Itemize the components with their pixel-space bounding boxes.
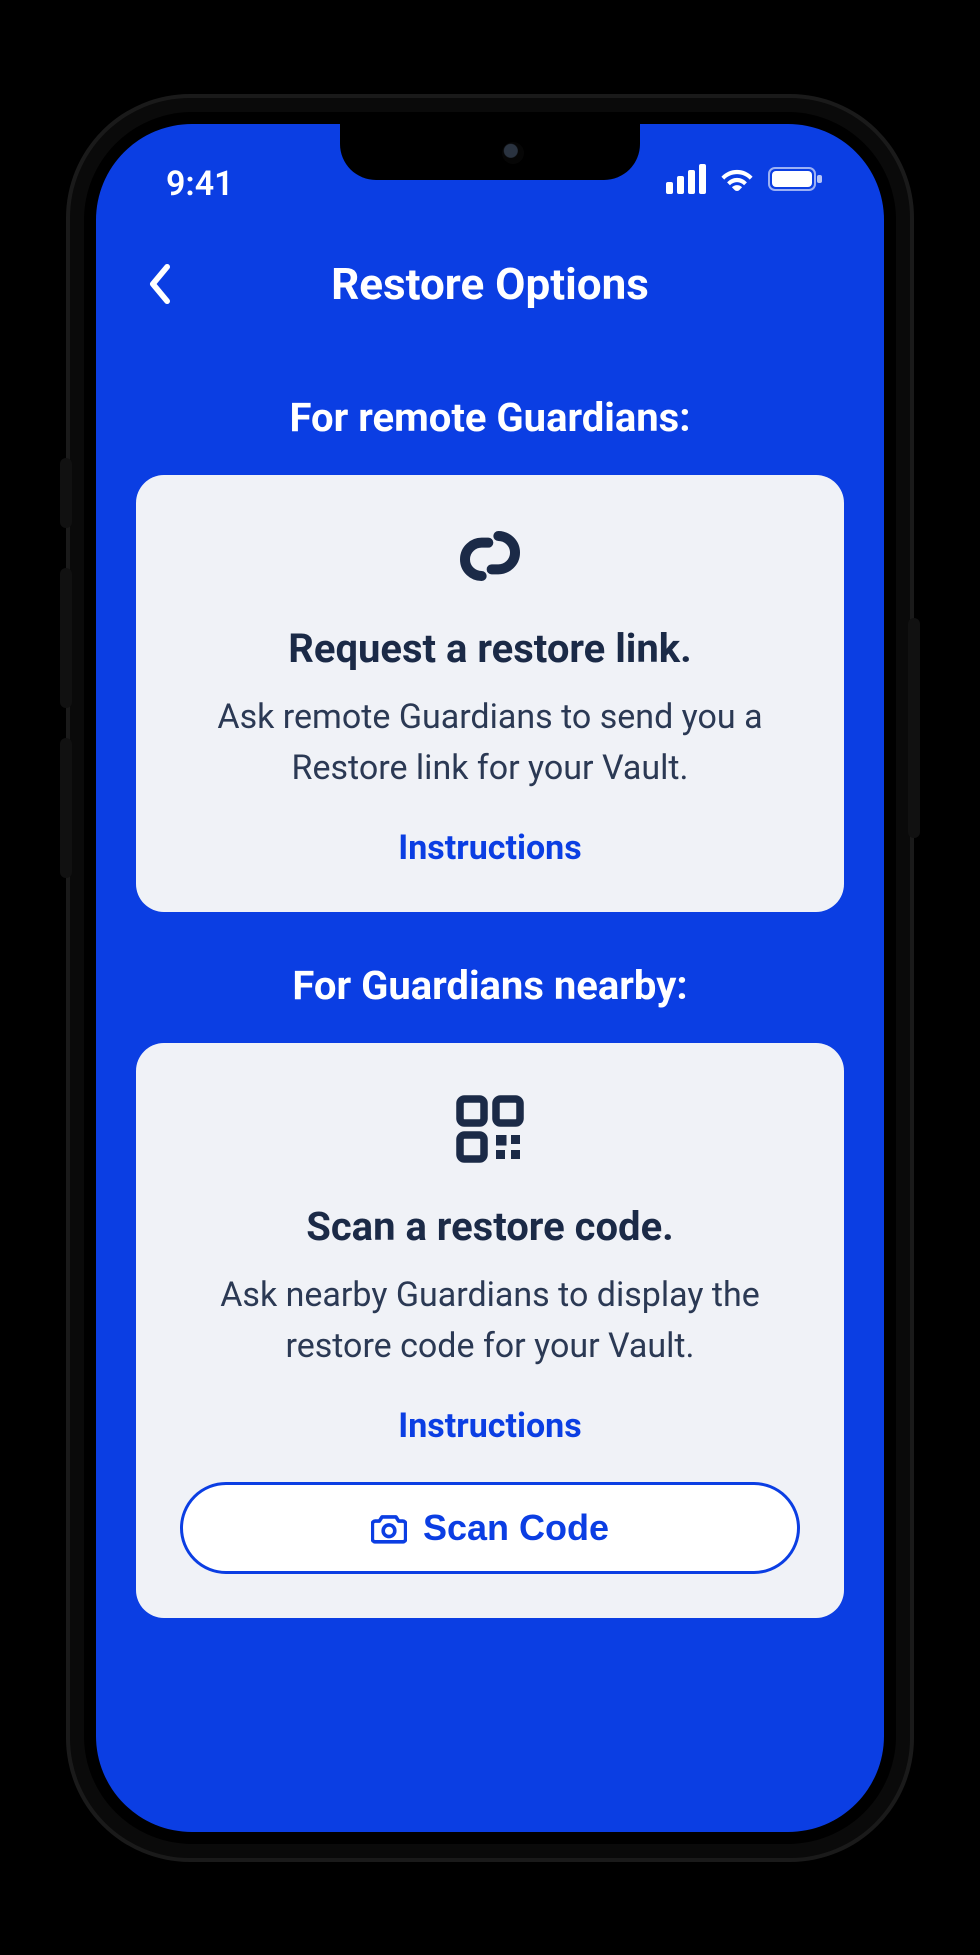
content-area: For remote Guardians: Request a restore … [96,334,884,1678]
qr-code-icon [454,1093,526,1169]
card-restore-link: Request a restore link. Ask remote Guard… [136,475,844,912]
chevron-left-icon [147,264,173,304]
scan-code-button[interactable]: Scan Code [180,1482,800,1574]
scan-code-button-label: Scan Code [423,1507,609,1549]
camera-icon [371,1512,407,1544]
phone-side-button [60,568,72,708]
phone-side-button [60,738,72,878]
wifi-icon [720,166,754,192]
status-time: 9:41 [166,164,234,204]
phone-frame: 9:41 [70,98,910,1858]
phone-notch [340,124,640,180]
card-body: Ask remote Guardians to send you a Resto… [180,692,800,794]
status-right-cluster [666,164,824,194]
instructions-link-remote[interactable]: Instructions [398,828,581,868]
section-label-remote: For remote Guardians: [136,394,844,441]
phone-screen: 9:41 [96,124,884,1832]
link-icon [450,525,530,591]
card-scan-code: Scan a restore code. Ask nearby Guardian… [136,1043,844,1618]
card-title: Scan a restore code. [306,1203,674,1250]
phone-side-button [908,618,920,838]
page-title: Restore Options [331,258,649,310]
battery-icon [768,166,824,192]
nav-bar: Restore Options [96,234,884,334]
phone-camera [502,142,524,164]
page-stage: 9:41 [0,0,980,1955]
instructions-link-nearby[interactable]: Instructions [398,1406,581,1446]
section-label-nearby: For Guardians nearby: [136,962,844,1009]
back-button[interactable] [136,260,184,308]
card-body: Ask nearby Guardians to display the rest… [180,1270,800,1372]
card-title: Request a restore link. [288,625,692,672]
phone-side-button [60,458,72,528]
cellular-signal-icon [666,164,706,194]
